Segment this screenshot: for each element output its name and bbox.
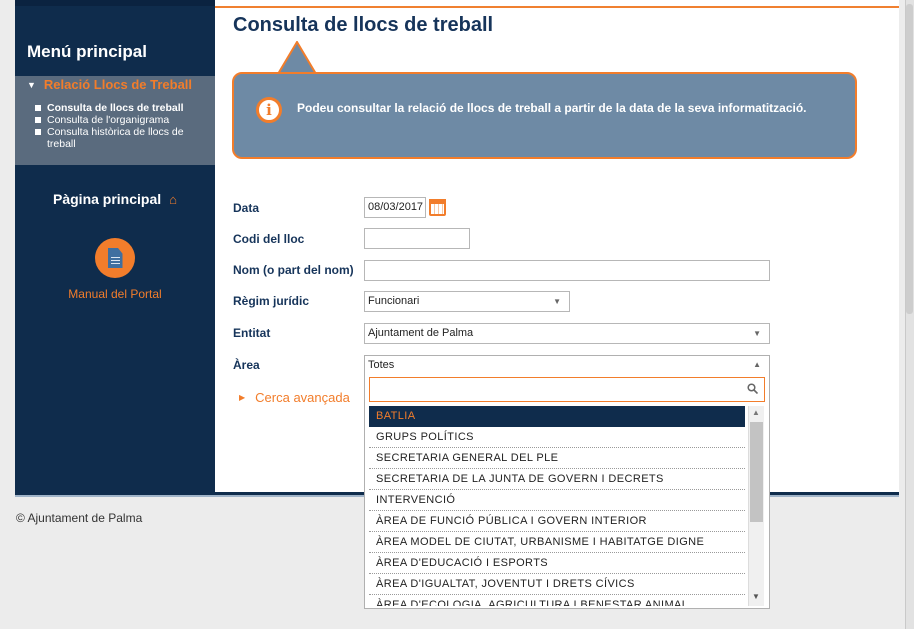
window-frame-left xyxy=(0,0,15,629)
triangle-right-icon: ▶ xyxy=(239,393,246,402)
scroll-up-icon[interactable]: ▲ xyxy=(752,408,760,417)
submenu-list: Consulta de llocs de treball Consulta de… xyxy=(35,102,210,150)
regim-select-value: Funcionari xyxy=(368,295,420,307)
search-icon xyxy=(747,383,758,394)
chevron-down-icon: ▼ xyxy=(753,329,761,338)
bullet-icon xyxy=(35,117,41,123)
sidebar-item-historica[interactable]: Consulta històrica de llocs de treball xyxy=(35,126,210,150)
area-search-input[interactable] xyxy=(369,377,765,402)
submenu-box: ▼ Relació Llocs de Treball Consulta de l… xyxy=(15,76,215,165)
area-options-scrollbar[interactable]: ▲ ▼ xyxy=(748,406,764,606)
calendar-icon[interactable] xyxy=(429,199,446,216)
area-select-value: Totes xyxy=(368,359,395,371)
area-option[interactable]: ÀREA MODEL DE CIUTAT, URBANISME I HABITA… xyxy=(369,532,745,553)
codi-input[interactable] xyxy=(364,228,470,249)
regim-label: Règim jurídic xyxy=(233,294,310,308)
sidebar-top-line xyxy=(15,0,215,6)
page-title: Consulta de llocs de treball xyxy=(233,14,494,36)
manual-link[interactable]: Manual del Portal xyxy=(15,287,215,301)
document-icon xyxy=(107,248,123,268)
regim-select[interactable]: Funcionari ▼ xyxy=(364,291,570,312)
area-option[interactable]: ÀREA DE FUNCIÓ PÚBLICA I GOVERN INTERIOR xyxy=(369,511,745,532)
area-option[interactable]: SECRETARIA DE LA JUNTA DE GOVERN I DECRE… xyxy=(369,469,745,490)
area-options-list: BATLIA GRUPS POLÍTICS SECRETARIA GENERAL… xyxy=(369,406,745,606)
area-option[interactable]: BATLIA xyxy=(369,406,745,427)
home-link[interactable]: Pàgina principal ⌂ xyxy=(53,191,177,207)
advanced-search-link[interactable]: ▶ Cerca avançada xyxy=(239,390,350,405)
info-text: Podeu consultar la relació de llocs de t… xyxy=(297,101,807,115)
sidebar-item-label: Consulta històrica de llocs de treball xyxy=(47,126,184,150)
area-option[interactable]: GRUPS POLÍTICS xyxy=(369,427,745,448)
manual-button[interactable] xyxy=(95,238,135,278)
advanced-search-label: Cerca avançada xyxy=(255,390,350,405)
area-option[interactable]: INTERVENCIÓ xyxy=(369,490,745,511)
area-options-scrollbar-thumb[interactable] xyxy=(750,422,763,522)
menu-title: Menú principal xyxy=(27,42,147,61)
home-icon: ⌂ xyxy=(169,191,177,207)
entitat-select-value: Ajuntament de Palma xyxy=(368,327,474,339)
info-box: i Podeu consultar la relació de llocs de… xyxy=(232,72,857,159)
area-option[interactable]: ÀREA D'ECOLOGIA, AGRICULTURA I BENESTAR … xyxy=(369,595,745,606)
date-input[interactable]: 08/03/2017 xyxy=(364,197,426,218)
window-scrollbar-thumb[interactable] xyxy=(906,4,913,314)
area-option[interactable]: ÀREA D'EDUCACIÓ I ESPORTS xyxy=(369,553,745,574)
submenu-section-label: Relació Llocs de Treball xyxy=(43,77,193,92)
data-label: Data xyxy=(233,201,260,215)
chevron-down-icon: ▼ xyxy=(553,297,561,306)
area-select-open[interactable]: Totes ▲ BATLIA GRUPS POLÍTICS SECRETARIA… xyxy=(364,355,770,609)
bullet-icon xyxy=(35,105,41,111)
sidebar-item-consulta-llocs[interactable]: Consulta de llocs de treball xyxy=(35,102,210,114)
nom-input[interactable] xyxy=(364,260,770,281)
info-callout-pointer xyxy=(278,41,316,74)
chevron-up-icon: ▲ xyxy=(753,360,761,369)
codi-label: Codi del lloc xyxy=(233,232,305,246)
entitat-label: Entitat xyxy=(233,326,271,340)
area-label: Àrea xyxy=(233,358,260,372)
bullet-icon xyxy=(35,129,41,135)
triangle-down-icon: ▼ xyxy=(27,79,36,90)
nom-label: Nom (o part del nom) xyxy=(233,263,354,277)
sidebar-item-organigrama[interactable]: Consulta de l'organigrama xyxy=(35,114,210,126)
area-option[interactable]: SECRETARIA GENERAL DEL PLE xyxy=(369,448,745,469)
footer-copyright: © Ajuntament de Palma xyxy=(16,511,143,525)
sidebar: Menú principal ▼ Relació Llocs de Trebal… xyxy=(15,0,215,492)
info-icon: i xyxy=(256,97,282,123)
area-option[interactable]: ÀREA D'IGUALTAT, JOVENTUT I DRETS CÍVICS xyxy=(369,574,745,595)
submenu-section-toggle[interactable]: ▼ Relació Llocs de Treball xyxy=(27,77,192,92)
entitat-select[interactable]: Ajuntament de Palma ▼ xyxy=(364,323,770,344)
scroll-down-icon[interactable]: ▼ xyxy=(752,592,760,601)
sidebar-item-label: Consulta de l'organigrama xyxy=(47,114,170,126)
top-accent-line xyxy=(215,6,899,8)
sidebar-item-label: Consulta de llocs de treball xyxy=(47,102,184,114)
home-link-label: Pàgina principal xyxy=(53,191,162,207)
